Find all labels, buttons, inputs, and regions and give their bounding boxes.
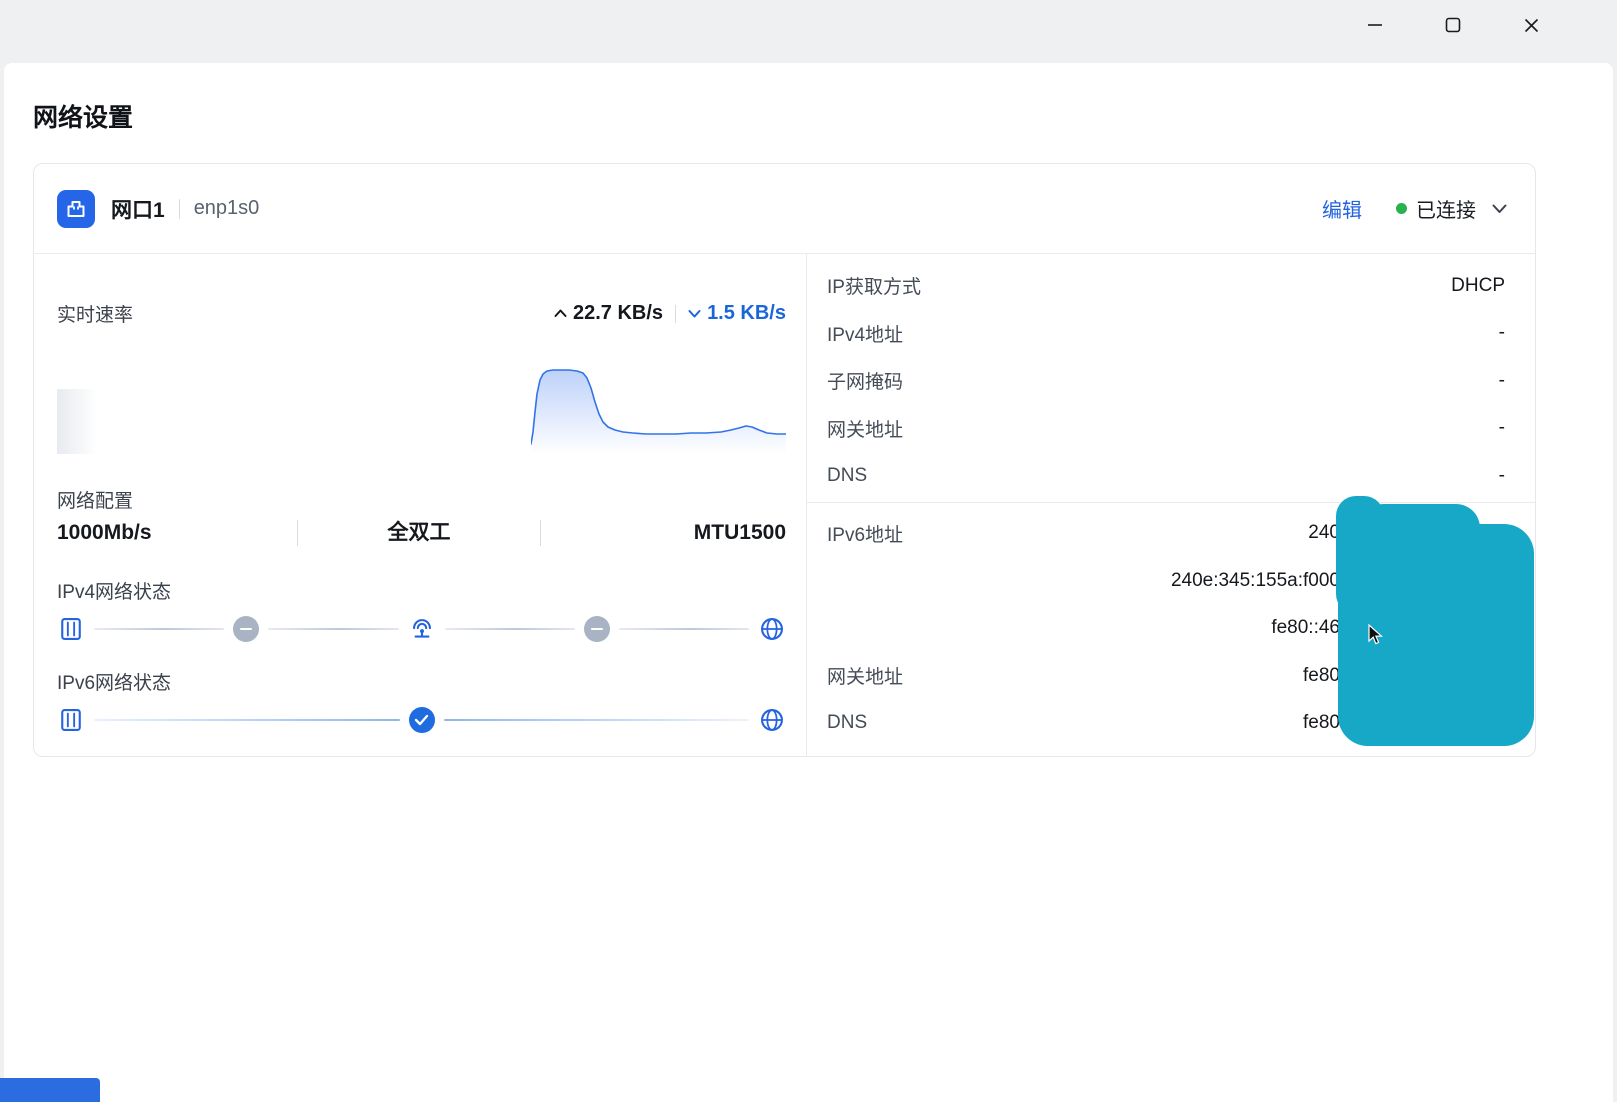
detail-label: IP获取方式 [827,277,921,299]
detail-label: IPv4地址 [827,324,904,346]
internet-globe-icon [761,618,783,640]
nas-device-icon [61,709,81,731]
ipv4-details: IP获取方式 DHCP IPv4地址 - 子网掩码 - 网关地址 - DNS - [807,254,1535,500]
interface-body: 实时速率 22.7 KB/s 1.5 KB/s 网络配置 1000Mb/s 全双… [34,254,1535,757]
download-speed: 1.5 KB/s [688,302,786,325]
detail-label: 网关地址 [827,667,904,689]
status-dot [1396,203,1407,214]
port-name: 网口1 [111,198,165,222]
app-window: 网络设置 网口1 enp1s0 编辑 已连接 实时速率 22.7 KB/s 1.… [0,0,1617,1102]
upload-speed-value: 22.7 KB/s [573,302,664,324]
hop-line [268,628,399,630]
hop-status-pending-icon [583,616,610,642]
ipv6-status-label: IPv6网络状态 [57,673,172,694]
connection-status-dropdown[interactable]: 已连接 [1396,194,1507,223]
chevron-down-icon [1492,204,1507,213]
detail-label: 网关地址 [827,419,904,441]
detail-label: 子网掩码 [827,372,904,394]
internet-globe-icon [761,709,783,731]
traffic-panel: 实时速率 22.7 KB/s 1.5 KB/s 网络配置 1000Mb/s 全双… [34,254,806,757]
download-speed-value: 1.5 KB/s [707,302,786,324]
network-interface-card: 网口1 enp1s0 编辑 已连接 实时速率 22.7 KB/s 1.5 KB/… [33,163,1536,757]
page-title: 网络设置 [33,104,134,132]
minimize-icon [1368,24,1382,26]
ipv4-status-row [57,614,786,644]
detail-row: IPv4地址 - [827,310,1505,358]
status-label: 已连接 [1416,200,1476,222]
hop-line [443,719,749,721]
arrow-up-icon [554,309,567,317]
edit-link[interactable]: 编辑 [1322,194,1362,223]
detail-row: IP获取方式 DHCP [827,262,1505,310]
detail-value: - [1498,417,1505,439]
nas-device-icon [61,618,81,640]
hop-status-pending-icon [233,616,260,642]
interface-name: enp1s0 [193,197,260,219]
detail-label: DNS [827,712,868,734]
duplex-mode: 全双工 [298,520,541,546]
maximize-button[interactable] [1435,9,1471,41]
hop-status-ok-icon [408,707,435,733]
ipv4-status-label: IPv4网络状态 [57,582,172,603]
close-button[interactable] [1513,9,1549,41]
realtime-speed-label: 实时速率 [57,305,134,326]
mouse-cursor [1368,624,1383,645]
maximize-icon [1445,17,1461,33]
speed-chart [531,369,786,454]
close-icon [1524,18,1538,32]
detail-label: IPv6地址 [827,524,904,546]
hop-line [444,628,575,630]
detail-row: 子网掩码 - [827,357,1505,405]
detail-value: 240e:345:155a:f000 [1170,569,1340,591]
bottom-blue-bar [0,1078,100,1102]
speed-area [531,370,786,454]
ipv6-status-row [57,705,786,735]
detail-value: DHCP [1451,274,1505,296]
detail-value: - [1498,322,1505,344]
hop-line [618,628,749,630]
network-config-label: 网络配置 [57,491,134,512]
detail-value: - [1498,464,1505,486]
hop-line [94,628,225,630]
upload-speed: 22.7 KB/s [554,302,663,325]
detail-label: DNS [827,464,868,486]
link-speed: 1000Mb/s [57,520,298,546]
redaction-scribble [1336,496,1534,746]
arrow-down-icon [688,310,701,318]
detail-row: 网关地址 - [827,405,1505,453]
config-row: 1000Mb/s 全双工 MTU1500 [57,516,786,550]
chart-history-fade [57,389,97,454]
ethernet-port-icon [57,189,95,228]
speed-readout: 22.7 KB/s 1.5 KB/s [554,302,786,325]
detail-value: - [1498,369,1505,391]
header-actions: 编辑 已连接 [1322,194,1507,223]
window-titlebar [0,0,1617,63]
interface-header: 网口1 enp1s0 编辑 已连接 [34,164,1535,254]
minimize-button[interactable] [1357,9,1393,41]
speed-separator [675,304,677,323]
mtu-value: MTU1500 [693,521,786,544]
router-signal-icon [412,619,431,638]
header-separator [178,198,180,219]
hop-line [94,719,400,721]
